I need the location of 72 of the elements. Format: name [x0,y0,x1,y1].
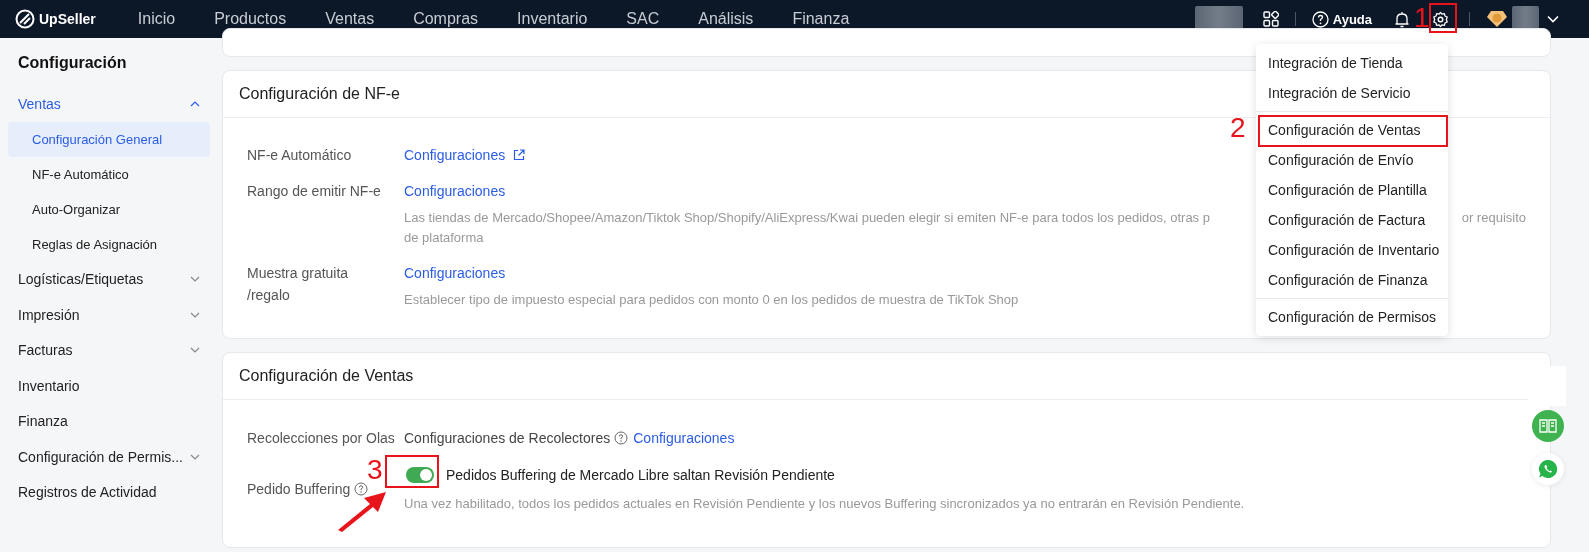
configure-link[interactable]: Configuraciones [404,144,506,166]
chevron-icon [190,347,200,354]
sidebar-item[interactable]: Impresión [8,297,210,333]
description-text: or requisito [1461,209,1526,227]
logo-text[interactable]: UpSeller [39,11,96,27]
setting-label: Muestra gratuita /regalo [247,264,350,305]
highlight-frame [1429,3,1457,33]
card-title: Configuración de Ventas [239,367,414,385]
nav-tab[interactable]: Inicio [137,10,176,28]
sidebar-item[interactable]: Facturas [8,332,210,368]
bell-icon[interactable] [1394,10,1410,28]
setting-label: Recolecciones por Olas [247,429,396,448]
setting-label: Pedido Buffering [247,480,351,499]
menu-item[interactable]: Configuración de Factura [1256,205,1448,235]
step-number: 2 [1230,114,1246,142]
setting-text: Configuraciones de Recolectores [404,429,611,448]
sidebar-subitem[interactable]: Auto-Organizar [8,191,210,227]
configure-link[interactable]: Configuraciones [404,180,506,202]
toggle-label: Pedidos Buffering de Mercado Libre saltan Revisión Pendiente [446,466,835,485]
nav-tab[interactable]: SAC [626,10,660,28]
sidebar-item[interactable]: Logísticas/Etiquetas [8,261,210,297]
apps-icon[interactable] [1262,11,1279,27]
setting-label: NF-e Automático [247,146,353,165]
nav-tab[interactable]: Análisis [698,10,754,28]
sidebar-item[interactable]: Registros de Actividad [8,474,210,510]
book-icon [1539,419,1557,433]
chevron-icon [190,311,200,318]
step-number: 3 [367,456,383,484]
external-link-icon[interactable] [513,149,526,161]
menu-item[interactable]: Configuración de Plantilla [1256,175,1448,205]
menu-item[interactable]: Integración de Tienda [1256,48,1448,78]
menu-item[interactable]: Configuración de Finanza [1256,265,1448,295]
description-text: Establecer tipo de impuesto especial para pedidos con monto 0 en los pedidos de muestra de TikTok Shop [404,291,1019,309]
settings-icon[interactable] [1432,10,1449,28]
nav-tab[interactable]: Productos [214,10,287,28]
sidebar-item[interactable]: Ventas [8,86,210,122]
highlight-frame [385,455,439,488]
menu-item[interactable]: Configuración de Envío [1256,145,1448,175]
chevron-icon [190,276,200,283]
nav-tab[interactable]: Compras [413,10,479,28]
description-text: Una vez habilitado, todos los pedidos actuales en Revisión Pendiente y los nuevos Buffering sincronizados ya no entrarán en Revisión Pendiente. [404,495,1245,513]
menu-item[interactable]: Integración de Servicio [1256,78,1448,108]
sidebar-title: Configuración [17,53,128,73]
chevron-icon [190,100,200,107]
nav-tab[interactable]: Finanza [792,10,850,28]
card-title: Configuración de NF-e [239,85,400,103]
coin-badge-icon [1486,10,1508,28]
description-text: Las tiendas de Mercado/Shopee/Amazon/Tiktok Shop/Shopify/AliExpress/Kwai pueden elegir si emiten NF-e para todos los pedidos, otras p [404,209,1210,227]
sidebar-item[interactable]: Inventario [8,368,210,404]
description-text: de plataforma [404,229,484,247]
configure-link[interactable]: Configuraciones [404,262,506,284]
logo-icon [15,9,35,29]
menu-item[interactable]: Configuración de Inventario [1256,235,1448,265]
sidebar-subitem[interactable]: Reglas de Asignación [8,226,210,262]
step-number: 1 [1414,4,1430,32]
chevron-icon [190,453,200,460]
sidebar-item[interactable]: Finanza [8,403,210,439]
sidebar-item[interactable]: Configuración de Permis... [8,439,210,475]
menu-item[interactable]: Configuración de Ventas [1256,115,1448,145]
phone-chat-icon [1538,459,1558,479]
configure-link[interactable]: Configuraciones [633,427,735,449]
menu-item[interactable]: Configuración de Permisos [1256,302,1448,332]
sidebar-subitem[interactable]: Configuración General [8,121,210,157]
sidebar-subitem[interactable]: NF-e Automático [8,156,210,192]
help-link[interactable]: Ayuda [1332,11,1372,27]
chat-button[interactable] [1532,453,1564,485]
setting-label: Rango de emitir NF-e [247,182,382,201]
nav-tab[interactable]: Inventario [517,10,588,28]
guide-button[interactable] [1532,410,1564,442]
toggle-switch[interactable] [406,467,434,483]
nav-tab[interactable]: Ventas [325,10,375,28]
chevron-down-icon[interactable] [1547,15,1559,23]
